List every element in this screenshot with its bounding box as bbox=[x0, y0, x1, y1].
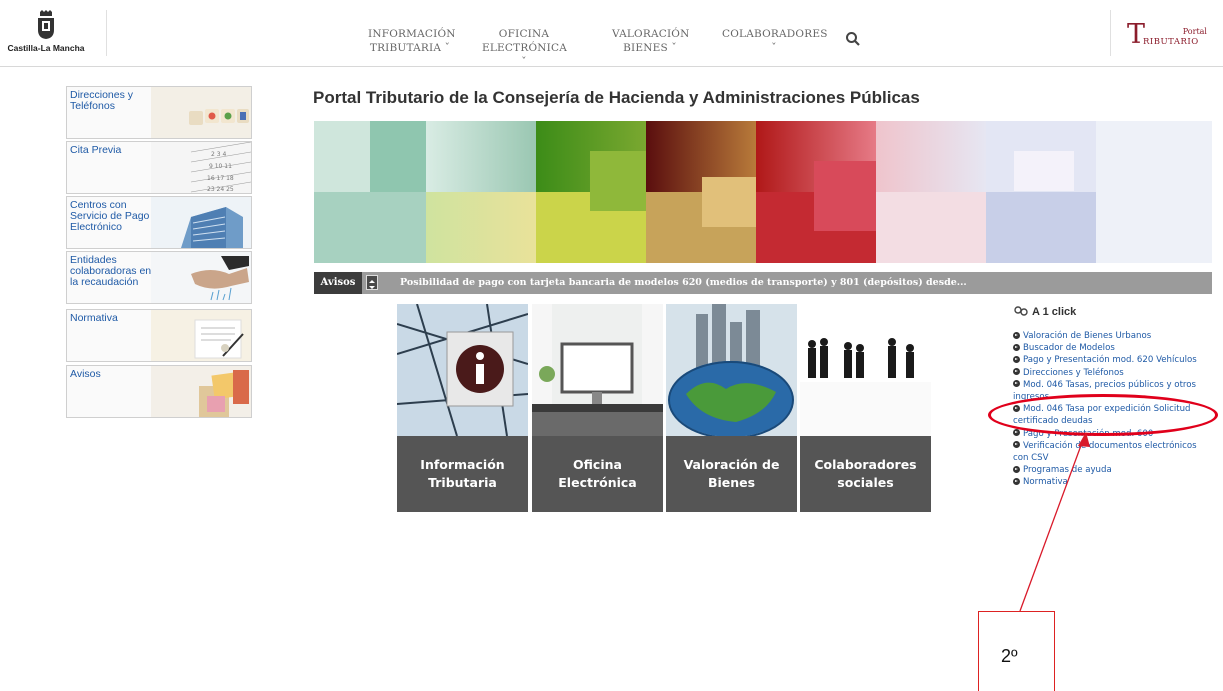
nav-label-line2: BIENES ˇ bbox=[623, 42, 677, 54]
site-header: Castilla-La Mancha INFORMACIÓN TRIBUTARI… bbox=[0, 0, 1223, 69]
arrow-circle-icon bbox=[1013, 429, 1020, 437]
arrow-circle-icon bbox=[1013, 355, 1020, 363]
nav-label-line1: VALORACIÓN bbox=[612, 28, 690, 40]
tile-caption-line2: Tributaria bbox=[428, 475, 497, 490]
sidebar-item-label: Direcciones y Teléfonos bbox=[70, 89, 134, 112]
quick-link-label: Valoración de Bienes Urbanos bbox=[1023, 331, 1152, 341]
portal-tributario-logo[interactable]: T Portal RIBUTARIO bbox=[1127, 21, 1207, 48]
tile-caption-line1: Valoración de bbox=[683, 457, 780, 472]
nav-valoracion-bienes[interactable]: VALORACIÓN BIENES ˇ bbox=[612, 27, 690, 55]
info-icon bbox=[397, 304, 528, 436]
search-icon[interactable] bbox=[845, 31, 861, 47]
nav-label-line2: ELECTRÓNICA ˇ bbox=[482, 42, 568, 68]
arrow-circle-icon bbox=[1013, 368, 1020, 376]
quick-link-label: Programas de ayuda bbox=[1023, 465, 1112, 476]
avisos-ticker-link[interactable]: Posibilidad de pago con tarjeta bancaria… bbox=[400, 272, 967, 294]
computer-office-icon bbox=[532, 304, 663, 436]
svg-text:9 10 11: 9 10 11 bbox=[209, 163, 232, 170]
quick-link-item[interactable]: Normativa bbox=[1013, 476, 1213, 488]
sidebar-item-label: Avisos bbox=[70, 368, 101, 380]
sidebar-item-label: Cita Previa bbox=[70, 144, 122, 156]
sidebar-item-label: Normativa bbox=[70, 312, 118, 324]
tile-caption-line2: Bienes bbox=[707, 475, 756, 490]
tile-caption: Colaboradores sociales bbox=[800, 436, 931, 512]
arrow-circle-icon bbox=[1013, 331, 1020, 339]
page-title: Portal Tributario de la Consejería de Ha… bbox=[313, 88, 920, 107]
nav-oficina-electronica[interactable]: OFICINA ELECTRÓNICA ˇ bbox=[482, 27, 568, 69]
quick-link-item[interactable]: Programas de ayuda bbox=[1013, 464, 1213, 476]
sidebar-item-entidades[interactable]: Entidades colaboradoras en la recaudació… bbox=[66, 251, 252, 304]
nav-label-line2: TRIBUTARIA ˇ bbox=[369, 42, 451, 54]
avisos-toggle-icon[interactable] bbox=[366, 275, 378, 290]
tile-caption-line1: Información bbox=[420, 457, 505, 472]
quick-link-item[interactable]: Valoración de Bienes Urbanos bbox=[1013, 330, 1213, 342]
nav-label-line2: ˇ bbox=[771, 42, 777, 54]
nav-colaboradores[interactable]: COLABORADORES ˇ bbox=[722, 27, 828, 55]
sidebar-item-cita-previa[interactable]: Cita Previa 2 3 4 9 10 11 16 17 18 23 24 25 bbox=[66, 141, 252, 194]
header-divider bbox=[106, 10, 107, 56]
sidebar-item-direcciones[interactable]: Direcciones y Teléfonos bbox=[66, 86, 252, 139]
quick-link-label: Verificación de documentos electrónicos … bbox=[1013, 440, 1197, 464]
nav-label-line1: OFICINA bbox=[498, 28, 550, 40]
annotation-step-box: 2º bbox=[978, 611, 1055, 691]
link-icon bbox=[1014, 306, 1028, 316]
quick-links-title: A 1 click bbox=[1014, 306, 1076, 318]
annotation-highlight-ellipse bbox=[988, 394, 1218, 436]
nav-label-line1: COLABORADORES bbox=[722, 28, 828, 40]
avisos-label: Avisos bbox=[314, 272, 362, 294]
crest-icon bbox=[32, 10, 60, 40]
tile-caption: Información Tributaria bbox=[397, 436, 528, 512]
quick-link-label: Direcciones y Teléfonos bbox=[1023, 367, 1124, 378]
documents-icon bbox=[151, 310, 251, 361]
building-icon bbox=[151, 197, 251, 248]
phone-keys-icon bbox=[151, 87, 251, 138]
globe-city-icon bbox=[666, 304, 797, 436]
quick-link-item[interactable]: Pago y Presentación mod. 620 Vehículos bbox=[1013, 354, 1213, 366]
tile-colaboradores-sociales[interactable]: Colaboradores sociales bbox=[800, 304, 931, 512]
portal-logo-small-top: Portal bbox=[1182, 27, 1207, 36]
arrow-circle-icon bbox=[1013, 343, 1020, 351]
nav-label-line1: INFORMACIÓN bbox=[368, 28, 456, 40]
avisos-bar: Avisos Posibilidad de pago con tarjeta b… bbox=[314, 272, 1212, 294]
tile-informacion-tributaria[interactable]: Información Tributaria bbox=[397, 304, 528, 512]
quick-link-item[interactable]: Verificación de documentos electrónicos … bbox=[1013, 440, 1213, 464]
quick-link-label: Normativa bbox=[1023, 477, 1068, 488]
svg-text:2 3 4: 2 3 4 bbox=[211, 151, 226, 158]
tile-caption-line1: Oficina bbox=[573, 457, 622, 472]
calendar-icon: 2 3 4 9 10 11 16 17 18 23 24 25 bbox=[151, 142, 251, 193]
tile-oficina-electronica[interactable]: Oficina Electrónica bbox=[532, 304, 663, 512]
castilla-la-mancha-logo[interactable]: Castilla-La Mancha bbox=[4, 10, 88, 60]
portal-logo-small-bottom: RIBUTARIO bbox=[1143, 37, 1199, 47]
svg-text:16 17 18: 16 17 18 bbox=[207, 175, 234, 182]
sidebar-item-avisos[interactable]: Avisos bbox=[66, 365, 252, 418]
quick-link-item[interactable]: Direcciones y Teléfonos bbox=[1013, 367, 1213, 379]
svg-text:23 24 25: 23 24 25 bbox=[207, 186, 234, 193]
tile-valoracion-bienes[interactable]: Valoración de Bienes bbox=[666, 304, 797, 512]
sticky-notes-icon bbox=[151, 366, 251, 417]
annotation-step-label: 2º bbox=[1001, 646, 1018, 666]
tile-caption: Oficina Electrónica bbox=[532, 436, 663, 512]
arrow-circle-icon bbox=[1013, 380, 1020, 388]
quick-link-label: Buscador de Modelos bbox=[1023, 343, 1115, 354]
arrow-circle-icon bbox=[1013, 465, 1020, 473]
sidebar-item-normativa[interactable]: Normativa bbox=[66, 309, 252, 362]
hero-banner bbox=[314, 121, 1212, 263]
nav-informacion-tributaria[interactable]: INFORMACIÓN TRIBUTARIA ˇ bbox=[368, 27, 456, 55]
handshake-icon bbox=[151, 252, 251, 303]
sidebar-item-label: Centros con Servicio de Pago Electrónico bbox=[70, 199, 150, 233]
logo-text: Castilla-La Mancha bbox=[7, 43, 85, 53]
header-divider bbox=[1110, 10, 1111, 56]
tile-caption-line1: Colaboradores bbox=[814, 457, 917, 472]
quick-link-label: Pago y Presentación mod. 620 Vehículos bbox=[1023, 355, 1197, 366]
arrow-circle-icon bbox=[1013, 441, 1020, 449]
arrow-circle-icon bbox=[1013, 477, 1020, 485]
sidebar-item-label: Entidades colaboradoras en la recaudació… bbox=[70, 254, 152, 288]
business-people-icon bbox=[800, 304, 931, 436]
tile-caption-line2: Electrónica bbox=[558, 475, 637, 490]
tile-caption: Valoración de Bienes bbox=[666, 436, 797, 512]
quick-link-item[interactable]: Buscador de Modelos bbox=[1013, 342, 1213, 354]
quick-links-title-text: A 1 click bbox=[1032, 306, 1077, 318]
sidebar-item-centros-pago[interactable]: Centros con Servicio de Pago Electrónico bbox=[66, 196, 252, 249]
tile-caption-line2: sociales bbox=[837, 475, 894, 490]
